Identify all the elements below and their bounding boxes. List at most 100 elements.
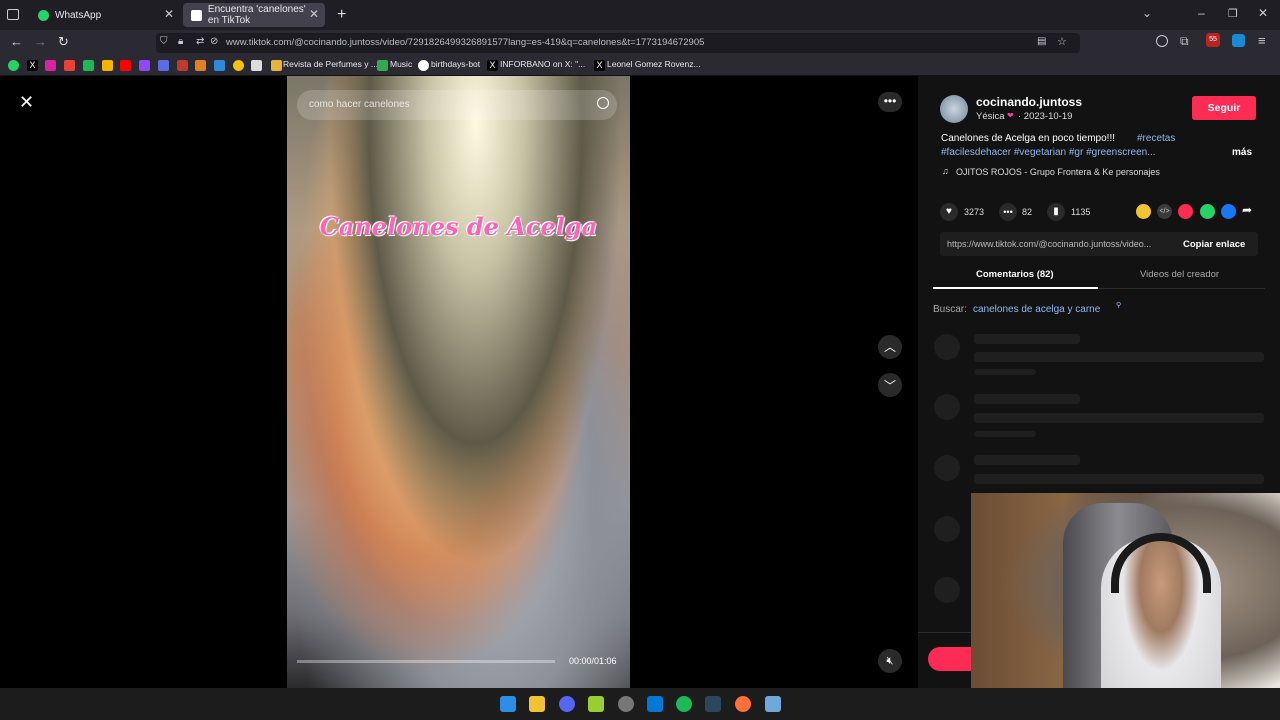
red-icon[interactable] — [177, 60, 188, 71]
translate-icon[interactable]: ▤ — [1037, 36, 1046, 47]
tab-list-icon[interactable] — [7, 9, 19, 20]
whatsapp-share-icon[interactable] — [1200, 204, 1215, 219]
creator-username[interactable]: cocinando.juntoss — [976, 95, 1082, 109]
progress-bar[interactable] — [297, 660, 555, 663]
follow-button[interactable]: Seguir — [1192, 96, 1256, 120]
bookmark-star-icon[interactable]: ☆ — [1057, 35, 1067, 48]
vscode-icon[interactable] — [647, 696, 663, 712]
facebook-share-icon[interactable] — [1221, 204, 1236, 219]
bookmark-leonel[interactable]: Leonel Gomez Rovenz... — [607, 59, 701, 69]
copy-link-button[interactable]: Copiar enlace — [1183, 239, 1245, 250]
gmail-icon[interactable] — [64, 60, 75, 71]
reload-icon[interactable]: ↻ — [58, 34, 69, 50]
trend-icon[interactable] — [195, 60, 206, 71]
comment-skeleton-line — [974, 394, 1080, 404]
close-window-button[interactable]: ✕ — [1258, 6, 1268, 20]
video-player[interactable]: como hacer canelones Canelones de Acelga… — [287, 76, 630, 688]
star-icon[interactable] — [214, 60, 225, 71]
x-icon[interactable]: X — [27, 60, 38, 71]
bookmark-revista[interactable]: Revista de Perfumes y ... — [283, 59, 378, 69]
back-icon[interactable]: ← — [10, 34, 23, 49]
share-icon[interactable]: ➦ — [1242, 203, 1252, 217]
minimize-button[interactable]: – — [1198, 6, 1205, 20]
embed-icon[interactable]: </> — [1157, 204, 1172, 219]
folder-icon[interactable] — [271, 60, 282, 71]
youtube-icon[interactable] — [120, 60, 131, 71]
search-input[interactable]: como hacer canelones — [297, 90, 617, 120]
music-title[interactable]: OJITOS ROJOS - Grupo Frontera & Ke perso… — [956, 167, 1160, 177]
chevron-down-icon[interactable]: ﹀ — [878, 373, 902, 397]
more-link[interactable]: más — [1232, 147, 1252, 158]
lock-icon[interactable]: 🔒︎ — [178, 36, 183, 47]
x-icon[interactable]: X — [487, 60, 498, 71]
close-icon[interactable]: ✕ — [164, 7, 174, 21]
tab-tiktok[interactable]: Encuentra 'canelones' en TikTok ✕ — [183, 3, 325, 27]
url-bar[interactable]: ⛉ 🔒︎ ⇄ ⊘ www.tiktok.com/@cocinando.junto… — [156, 33, 1080, 53]
bookmark-music[interactable]: Music — [390, 59, 412, 69]
mute-icon[interactable]: 🔇︎ — [878, 649, 902, 673]
chevron-up-icon[interactable]: ︿ — [878, 335, 902, 359]
bookmark-icon[interactable]: ▮ — [1047, 203, 1065, 221]
like-icon[interactable]: ♥ — [940, 203, 958, 221]
restore-button[interactable]: ❐ — [1228, 7, 1238, 20]
permissions-icon[interactable]: ⇄ — [196, 36, 204, 47]
extensions-icon[interactable]: ⧉ — [1180, 34, 1189, 49]
share-link[interactable]: https://www.tiktok.com/@cocinando.juntos… — [947, 239, 1151, 249]
music-icon: ♫ — [942, 166, 949, 176]
comment-skeleton-line — [974, 334, 1080, 344]
avatar[interactable] — [940, 95, 968, 123]
hashtag-recetas[interactable]: #recetas — [1137, 133, 1175, 144]
notes-icon[interactable] — [588, 696, 604, 712]
search-icon: ⚲ — [1116, 302, 1122, 309]
mail-icon[interactable] — [251, 60, 262, 71]
comment-skeleton-avatar — [934, 394, 960, 420]
github-icon[interactable] — [418, 60, 429, 71]
new-tab-button[interactable]: + — [337, 6, 346, 24]
post-date: · 2023-10-19 — [1018, 111, 1073, 122]
x-icon[interactable]: X — [594, 60, 605, 71]
send-icon[interactable] — [1178, 204, 1193, 219]
forward-icon[interactable]: → — [34, 34, 47, 49]
account-icon[interactable] — [1156, 35, 1168, 47]
drive-icon[interactable] — [102, 60, 113, 71]
webcam-overlay — [971, 493, 1280, 720]
whatsapp-icon[interactable] — [8, 60, 19, 71]
search-icon[interactable] — [597, 97, 609, 109]
chrome-icon[interactable] — [618, 696, 634, 712]
firefox-icon[interactable] — [735, 696, 751, 712]
drive-icon[interactable] — [377, 60, 388, 71]
bookmark-birthdays[interactable]: birthdays-bot — [431, 59, 480, 69]
start-icon[interactable] — [500, 696, 516, 712]
tracking-icon[interactable]: ⊘ — [210, 36, 218, 47]
tab-creator-videos[interactable]: Videos del creador — [1140, 269, 1219, 280]
url-text: www.tiktok.com/@cocinando.juntoss/video/… — [226, 37, 705, 48]
shield-icon[interactable]: ⛉ — [160, 36, 168, 47]
steam-icon[interactable] — [705, 696, 721, 712]
creator-display-name: Yésica — [976, 111, 1005, 122]
cloud-icon[interactable] — [233, 60, 244, 71]
caption-hashtags[interactable]: #facilesdehacer #vegetarian #gr #greensc… — [941, 147, 1156, 158]
search-suggest-query[interactable]: canelones de acelga y carne — [973, 304, 1100, 315]
spotify-icon[interactable] — [676, 696, 692, 712]
chevron-down-icon[interactable]: ⌄ — [1142, 6, 1152, 20]
k-icon[interactable] — [83, 60, 94, 71]
tab-whatsapp[interactable]: WhatsApp ✕ — [30, 3, 180, 27]
extension-badge-icon[interactable]: 55 — [1206, 33, 1220, 47]
tab-comments[interactable]: Comentarios (82) — [976, 269, 1054, 280]
active-tab-indicator — [933, 287, 1098, 289]
twitch-icon[interactable] — [139, 60, 150, 71]
menu-icon[interactable]: ≡ — [1258, 33, 1266, 48]
instagram-icon[interactable] — [45, 60, 56, 71]
paypal-icon[interactable] — [158, 60, 169, 71]
discord-icon[interactable] — [559, 696, 575, 712]
notepad-icon[interactable] — [765, 696, 781, 712]
extension-icon[interactable] — [1232, 34, 1245, 47]
comment-skeleton-line — [974, 413, 1264, 423]
comment-icon[interactable]: ••• — [999, 203, 1017, 221]
bookmark-inforbano[interactable]: INFORBANO on X: "... — [500, 59, 585, 69]
file-explorer-icon[interactable] — [529, 696, 545, 712]
close-icon[interactable]: ✕ — [19, 92, 34, 113]
coin-icon[interactable] — [1136, 204, 1151, 219]
close-icon[interactable]: ✕ — [309, 7, 319, 21]
more-options-icon[interactable]: ••• — [878, 92, 902, 112]
